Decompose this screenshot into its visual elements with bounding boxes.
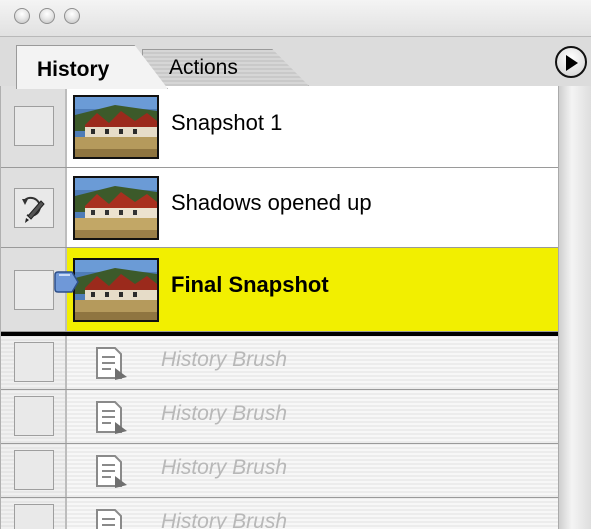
history-state-document-icon	[96, 401, 127, 434]
history-state-label: History Brush	[161, 402, 288, 425]
snapshot-thumbnail	[73, 95, 159, 159]
snapshot-row-active[interactable]: Final Snapshot	[1, 248, 558, 332]
history-source-box[interactable]	[14, 188, 54, 228]
history-source-box[interactable]	[14, 270, 54, 310]
tab-strip: Actions History	[0, 36, 591, 89]
snapshot-row[interactable]: Snapshot 1	[1, 86, 558, 168]
snapshot-label: Final Snapshot	[171, 272, 329, 297]
minimize-window-button[interactable]	[39, 8, 55, 24]
snapshot-thumbnail	[73, 176, 159, 240]
history-state-row[interactable]: History Brush	[1, 336, 558, 390]
history-source-box[interactable]	[14, 106, 54, 146]
history-source-column	[1, 498, 67, 529]
history-source-box[interactable]	[14, 396, 54, 436]
snapshot-row[interactable]: Shadows opened up	[1, 168, 558, 248]
history-source-box[interactable]	[14, 342, 54, 382]
snapshot-thumbnail	[73, 258, 159, 322]
history-panel: Actions History Snapshot 1 Shadows opene…	[0, 0, 591, 529]
vertical-scrollbar[interactable]	[558, 86, 591, 529]
zoom-window-button[interactable]	[64, 8, 80, 24]
history-state-row[interactable]: History Brush	[1, 498, 558, 529]
history-source-box[interactable]	[14, 504, 54, 529]
history-state-row[interactable]: History Brush	[1, 444, 558, 498]
history-state-label: History Brush	[161, 456, 288, 479]
history-source-column	[1, 86, 67, 167]
history-state-row[interactable]: History Brush	[1, 390, 558, 444]
history-source-box[interactable]	[14, 450, 54, 490]
close-window-button[interactable]	[14, 8, 30, 24]
history-list: Snapshot 1 Shadows opened up Final Snaps…	[0, 86, 559, 529]
play-triangle-icon	[566, 55, 578, 71]
history-state-document-icon	[96, 347, 127, 380]
tab-actions[interactable]: Actions	[142, 49, 309, 86]
snapshot-label: Shadows opened up	[171, 190, 372, 215]
tab-actions-label: Actions	[169, 56, 238, 79]
history-source-column	[1, 168, 67, 247]
history-state-document-icon	[96, 455, 127, 488]
history-state-label: History Brush	[161, 348, 288, 371]
history-source-column	[1, 336, 67, 389]
snapshot-label: Snapshot 1	[171, 110, 283, 135]
history-brush-source-icon	[22, 196, 45, 223]
history-source-column	[1, 390, 67, 443]
title-bar	[0, 0, 591, 36]
history-state-label: History Brush	[161, 510, 288, 529]
tab-history-label: History	[37, 58, 110, 81]
history-state-slider-icon[interactable]	[54, 270, 80, 294]
history-source-column	[1, 444, 67, 497]
history-state-document-icon	[96, 509, 122, 529]
panel-menu-button[interactable]	[555, 46, 587, 78]
